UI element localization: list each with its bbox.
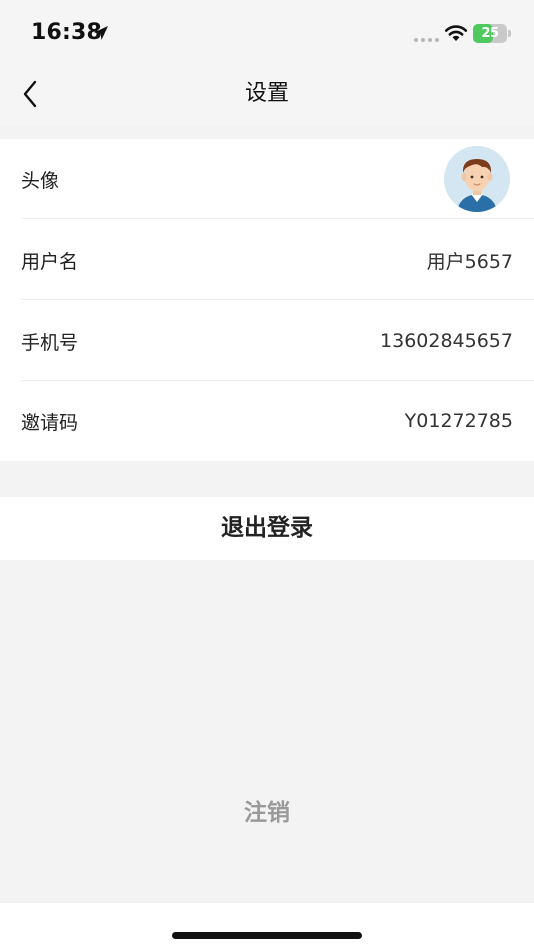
row-invite-code[interactable]: 邀请码 Y01272785 [0,381,534,461]
row-divider [21,299,534,300]
username-value: 用户5657 [426,250,513,273]
invite-code-value: Y01272785 [404,410,513,432]
battery-level: 25 [481,26,499,41]
row-divider [21,218,534,219]
row-phone[interactable]: 手机号 13602845657 [0,301,534,381]
settings-screen: 16:38 25 设置 头像 用户名 用户5657 手机号 1360284565… [0,0,534,950]
chevron-left-icon [23,80,37,108]
logout-button[interactable]: 退出登录 [0,497,534,560]
row-avatar[interactable]: 头像 [0,139,534,219]
row-label-avatar: 头像 [21,169,60,192]
row-username[interactable]: 用户名 用户5657 [0,220,534,300]
battery-icon: 25 [473,24,507,43]
page-title: 设置 [244,81,289,106]
row-label-username: 用户名 [21,250,79,273]
wifi-icon [444,25,468,41]
bottom-safe-area [0,903,534,950]
nav-bar: 设置 [0,62,534,126]
status-bar: 16:38 25 [0,0,534,62]
settings-card: 头像 用户名 用户5657 手机号 13602845657 邀请码 Y01272… [0,139,534,461]
phone-value: 13602845657 [380,330,513,352]
row-label-invite-code: 邀请码 [21,411,79,434]
back-button[interactable] [12,76,48,112]
cancel-account-button[interactable]: 注销 [0,790,534,836]
signal-dots-icon [414,38,439,42]
battery-cap [508,30,511,37]
avatar-image [444,146,510,212]
home-indicator[interactable] [172,932,362,939]
avatar[interactable] [444,146,510,212]
row-label-phone: 手机号 [21,331,79,354]
location-arrow-icon [94,26,108,40]
